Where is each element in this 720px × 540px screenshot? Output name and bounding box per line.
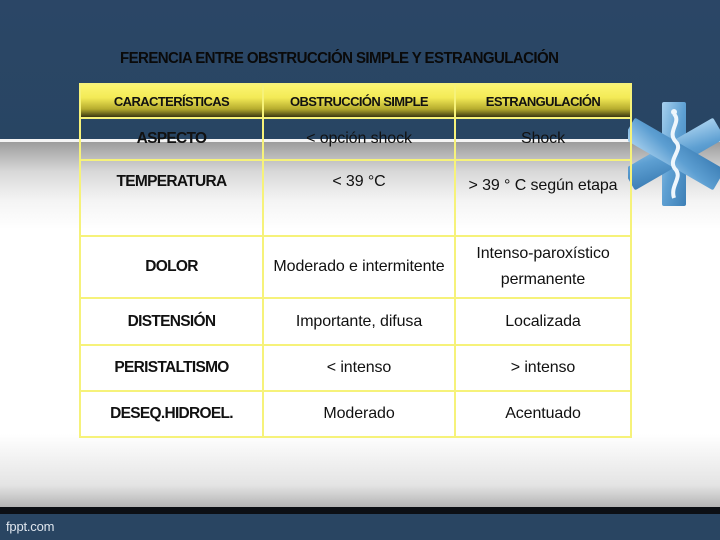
table-row: DOLOR Moderado e intermitente Intenso-pa… [79,235,632,299]
cell-estrangulacion: > intenso [454,344,632,392]
table-row: PERISTALTISMO < intenso > intenso [79,344,632,392]
background-footer-edge [0,507,720,514]
row-label: ASPECTO [79,117,264,161]
cell-estrangulacion: Shock [454,117,632,161]
row-label: DOLOR [79,235,264,299]
row-label: DESEQ.HIDROEL. [79,390,264,438]
cell-simple: < intenso [262,344,456,392]
cell-estrangulacion: Acentuado [454,390,632,438]
cell-simple: Moderado e intermitente [262,235,456,299]
slide-title: FERENCIA ENTRE OBSTRUCCIÓN SIMPLE Y ESTR… [120,50,559,67]
comparison-table: CARACTERÍSTICAS OBSTRUCCIÓN SIMPLE ESTRA… [79,83,632,438]
cell-estrangulacion: > 39 ° C según etapa [454,159,632,237]
cell-estrangulacion: Intenso-paroxístico permanente [454,235,632,299]
footer-bar [0,514,720,540]
cell-simple: < 39 °C [262,159,456,237]
row-label: TEMPERATURA [79,159,264,237]
row-label: PERISTALTISMO [79,344,264,392]
footer-brand: fppt.com [6,519,55,534]
table-row: ASPECTO < opción shock Shock [79,117,632,161]
table-header-row: CARACTERÍSTICAS OBSTRUCCIÓN SIMPLE ESTRA… [79,83,632,119]
table-row: TEMPERATURA < 39 °C > 39 ° C según etapa [79,159,632,237]
table-row: DESEQ.HIDROEL. Moderado Acentuado [79,390,632,438]
header-caracteristicas: CARACTERÍSTICAS [79,83,264,119]
header-estrangulacion: ESTRANGULACIÓN [454,83,632,119]
cell-simple: Moderado [262,390,456,438]
cell-estrangulacion: Localizada [454,297,632,346]
cell-simple: < opción shock [262,117,456,161]
cell-simple: Importante, difusa [262,297,456,346]
header-obstruccion-simple: OBSTRUCCIÓN SIMPLE [262,83,456,119]
table-row: DISTENSIÓN Importante, difusa Localizada [79,297,632,346]
star-of-life-icon [628,102,720,206]
row-label: DISTENSIÓN [79,297,264,346]
